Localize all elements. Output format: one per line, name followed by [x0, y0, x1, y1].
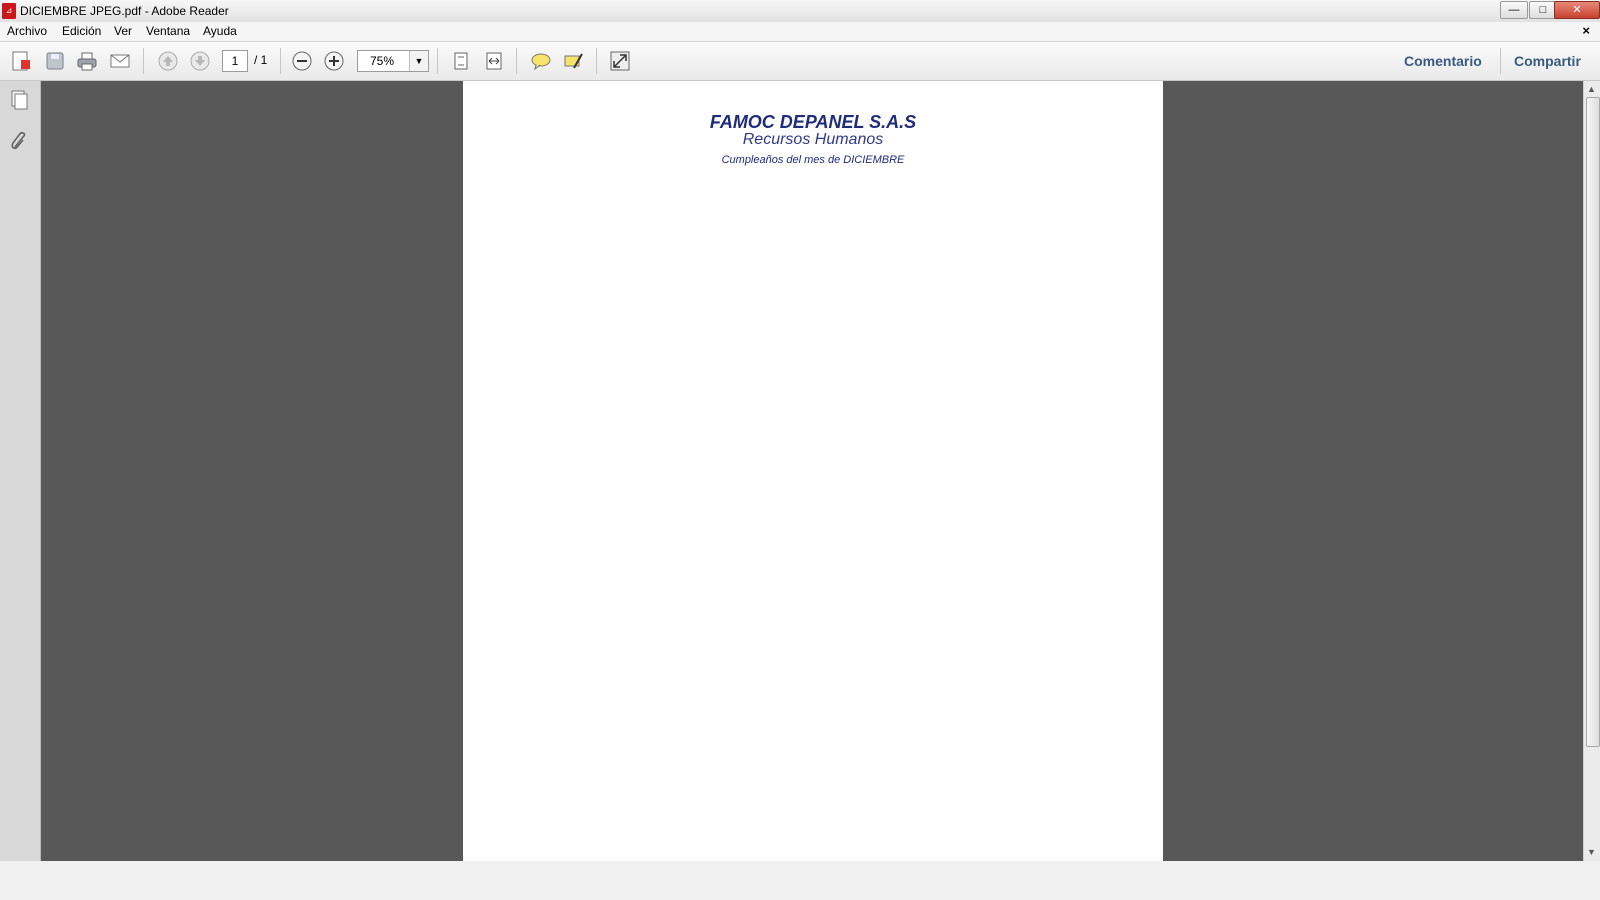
fit-width-icon[interactable] [482, 49, 506, 73]
scroll-down-icon[interactable]: ▼ [1587, 847, 1596, 857]
pdf-page: FAMOC DEPANEL S.A.S Recursos Humanos Cum… [463, 81, 1163, 861]
toolbar-separator [516, 48, 517, 74]
toolbar-separator [596, 48, 597, 74]
zoom-in-icon[interactable] [322, 49, 346, 73]
page-number-input[interactable]: 1 [222, 50, 248, 72]
department-name: Recursos Humanos [742, 131, 884, 148]
main-toolbar: 1 / 1 75% ▼ Comentario Compartir [0, 42, 1600, 81]
toolbar-separator [1500, 48, 1501, 74]
comment-icon[interactable] [529, 49, 553, 73]
zoom-value: 75% [370, 54, 395, 68]
attachments-panel-icon[interactable] [8, 131, 30, 153]
share-panel-button[interactable]: Compartir [1514, 53, 1581, 69]
pdf-app-icon: ⊿ [2, 3, 16, 19]
window-title: DICIEMBRE JPEG.pdf - Adobe Reader [20, 4, 229, 18]
save-icon[interactable] [43, 49, 67, 73]
title-bar: ⊿ DICIEMBRE JPEG.pdf - Adobe Reader — □ … [0, 0, 1600, 23]
close-document-button[interactable]: × [1582, 23, 1590, 38]
company-name: FAMOC DEPANEL S.A.S [709, 112, 917, 132]
zoom-out-icon[interactable] [290, 49, 314, 73]
scroll-up-icon[interactable]: ▲ [1587, 84, 1596, 94]
fit-page-icon[interactable] [449, 49, 473, 73]
menu-bar: Archivo Edición Ver Ventana Ayuda × [0, 22, 1600, 42]
toolbar-separator [437, 48, 438, 74]
full-screen-icon[interactable] [608, 49, 632, 73]
navigation-sidebar [0, 81, 41, 861]
scrollbar-thumb[interactable] [1586, 97, 1600, 747]
previous-page-icon[interactable] [156, 49, 180, 73]
toolbar-separator [143, 48, 144, 74]
next-page-icon[interactable] [188, 49, 212, 73]
menu-archivo[interactable]: Archivo [7, 24, 47, 38]
page-total: / 1 [254, 53, 268, 67]
menu-edicion[interactable]: Edición [62, 24, 101, 38]
menu-ventana[interactable]: Ventana [146, 24, 190, 38]
toolbar-separator [280, 48, 281, 74]
menu-ver[interactable]: Ver [114, 24, 132, 38]
pages-panel-icon[interactable] [8, 89, 30, 111]
close-window-button[interactable]: ✕ [1554, 1, 1600, 19]
comment-panel-button[interactable]: Comentario [1404, 53, 1482, 69]
vertical-scrollbar[interactable]: ▲ ▼ [1583, 81, 1600, 861]
email-icon[interactable] [108, 49, 132, 73]
document-subtitle: Cumpleaños del mes de DICIEMBRE [721, 154, 905, 166]
minimize-button[interactable]: — [1500, 1, 1528, 19]
menu-ayuda[interactable]: Ayuda [203, 24, 237, 38]
create-pdf-icon[interactable] [9, 49, 33, 73]
zoom-select[interactable]: 75% ▼ [357, 50, 429, 72]
maximize-button[interactable]: □ [1529, 1, 1557, 19]
print-icon[interactable] [75, 49, 99, 73]
highlight-icon[interactable] [561, 49, 585, 73]
chevron-down-icon[interactable]: ▼ [409, 51, 428, 71]
